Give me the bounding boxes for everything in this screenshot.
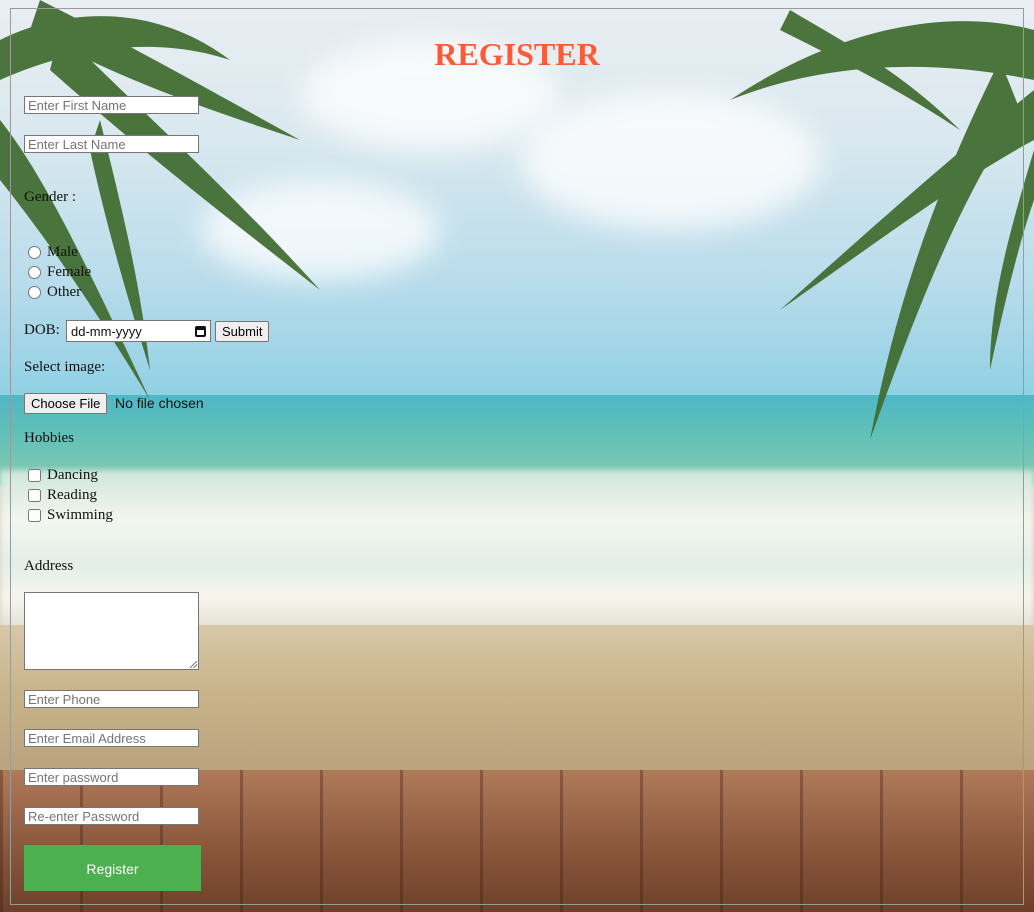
hobby-option-swimming[interactable]: Swimming <box>28 505 113 525</box>
choose-file-button[interactable]: Choose File <box>24 393 108 414</box>
email-input[interactable] <box>24 729 199 747</box>
file-status: No file chosen <box>115 395 204 411</box>
dob-date-input[interactable]: dd-mm-yyyy <box>66 320 211 342</box>
dob-label: DOB: <box>24 322 60 338</box>
hobby-option-dancing[interactable]: Dancing <box>28 465 98 485</box>
phone-input[interactable] <box>24 690 199 708</box>
register-button[interactable]: Register <box>24 845 201 891</box>
gender-radio-other[interactable] <box>28 285 41 299</box>
last-name-input[interactable] <box>24 135 199 153</box>
dob-placeholder: dd-mm-yyyy <box>71 323 142 339</box>
gender-radio-female[interactable] <box>28 265 41 279</box>
select-image-label: Select image: <box>24 359 106 375</box>
hobby-option-reading[interactable]: Reading <box>28 485 97 505</box>
gender-radio-male[interactable] <box>28 245 41 259</box>
gender-option-other[interactable]: Other <box>28 282 81 302</box>
gender-label: Gender : <box>24 189 77 205</box>
hobby-checkbox-swimming[interactable] <box>28 508 41 522</box>
gender-option-male[interactable]: Male <box>28 242 78 262</box>
registration-form: REGISTER Gender : Male Female Other DOB:… <box>0 0 1034 912</box>
address-textarea[interactable] <box>24 592 199 670</box>
dob-submit-button[interactable]: Submit <box>215 321 270 342</box>
hobby-checkbox-dancing[interactable] <box>28 468 41 482</box>
calendar-icon[interactable] <box>195 325 206 337</box>
first-name-input[interactable] <box>24 96 199 114</box>
hobbies-label: Hobbies <box>24 430 74 446</box>
password-input[interactable] <box>24 768 199 786</box>
page-title: REGISTER <box>434 36 600 72</box>
hobby-checkbox-reading[interactable] <box>28 488 41 502</box>
address-label: Address <box>24 558 74 574</box>
reenter-password-input[interactable] <box>24 807 199 825</box>
gender-option-female[interactable]: Female <box>28 262 91 282</box>
resize-grip-icon[interactable] <box>190 661 197 668</box>
